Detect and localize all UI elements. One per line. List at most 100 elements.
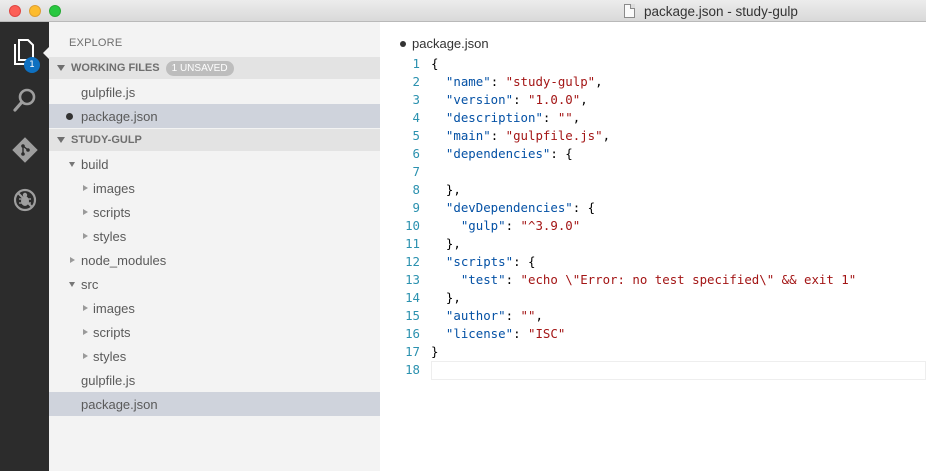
activity-explorer[interactable]: 1 [0, 28, 49, 76]
explorer-badge: 1 [24, 57, 40, 73]
line-content: "main": "gulpfile.js", [431, 127, 610, 145]
line-number: 1 [412, 56, 420, 71]
code-line[interactable]: 18 [380, 361, 926, 379]
json-punctuation: } [431, 344, 439, 359]
line-content: "gulp": "^3.9.0" [431, 217, 580, 235]
json-string: "echo \"Error: no test specified\" && ex… [520, 272, 857, 287]
file-icon [624, 4, 635, 18]
line-number: 16 [405, 326, 420, 341]
line-content: "name": "study-gulp", [431, 73, 603, 91]
code-line[interactable]: 14 }, [380, 289, 926, 307]
tree-folder-node-modules[interactable]: node_modules [49, 248, 380, 272]
json-key: "gulp" [460, 218, 506, 233]
json-key: "test" [460, 272, 506, 287]
code-line[interactable]: 10 "gulp": "^3.9.0" [380, 217, 926, 235]
json-punctuation [431, 74, 446, 89]
line-number: 17 [405, 344, 420, 359]
tree-folder-images[interactable]: images [49, 296, 380, 320]
tree-folder-images[interactable]: images [49, 176, 380, 200]
code-line[interactable]: 8 }, [380, 181, 926, 199]
code-line[interactable]: 6 "dependencies": { [380, 145, 926, 163]
code-area[interactable]: 1{2 "name": "study-gulp", 3 "version": "1… [380, 55, 926, 379]
code-line[interactable]: 12 "scripts": { [380, 253, 926, 271]
chevron-right-icon [83, 329, 88, 335]
json-key: "name" [445, 74, 491, 89]
chevron-down-icon [57, 65, 65, 71]
json-punctuation: : [490, 128, 506, 143]
line-content: }, [431, 235, 461, 253]
line-number: 11 [405, 236, 420, 251]
line-number: 13 [405, 272, 420, 287]
activity-search[interactable] [0, 76, 49, 124]
tree-item-label: build [81, 156, 109, 172]
line-number: 6 [412, 146, 420, 161]
code-line[interactable]: 17} [380, 343, 926, 361]
working-files-label: WORKING FILES [71, 62, 160, 74]
code-line[interactable]: 3 "version": "1.0.0", [380, 91, 926, 109]
working-file-item[interactable]: package.json [49, 104, 380, 128]
tree-item-label: styles [93, 348, 127, 364]
editor-pane[interactable]: package.json 1{2 "name": "study-gulp", 3 … [380, 22, 926, 471]
code-line[interactable]: 2 "name": "study-gulp", [380, 73, 926, 91]
git-icon [11, 137, 38, 163]
tree-folder-styles[interactable]: styles [49, 344, 380, 368]
code-line[interactable]: 13 "test": "echo \"Error: no test specif… [380, 271, 926, 289]
json-punctuation: , [535, 308, 543, 323]
line-number: 18 [405, 362, 420, 377]
line-content: "scripts": { [431, 253, 536, 271]
code-line[interactable]: 15 "author": "", [380, 307, 926, 325]
tree-folder-scripts[interactable]: scripts [49, 200, 380, 224]
tree-item-label: images [93, 300, 135, 316]
line-content: }, [431, 181, 461, 199]
tree-file-package-json[interactable]: package.json [49, 392, 380, 416]
line-number: 12 [405, 254, 420, 269]
unsaved-dot-icon [66, 113, 73, 120]
tree-item-label: package.json [81, 396, 158, 412]
line-content: "test": "echo \"Error: no test specified… [431, 271, 856, 289]
activity-debug[interactable] [0, 176, 49, 224]
json-key: "scripts" [445, 254, 514, 269]
json-punctuation [431, 308, 446, 323]
line-content: "version": "1.0.0", [431, 91, 588, 109]
chevron-down-icon [57, 137, 65, 143]
explorer-sidebar: EXPLORE WORKING FILES 1 UNSAVED gulpfile… [49, 22, 380, 471]
tree-file-gulpfile[interactable]: gulpfile.js [49, 368, 380, 392]
tree-folder-styles[interactable]: styles [49, 224, 380, 248]
close-window-button[interactable] [9, 5, 21, 17]
line-number: 10 [405, 218, 420, 233]
json-punctuation: : { [513, 254, 536, 269]
working-file-label: gulpfile.js [81, 84, 136, 100]
maximize-window-button[interactable] [49, 5, 61, 17]
minimize-window-button[interactable] [29, 5, 41, 17]
tree-item-label: gulpfile.js [81, 372, 136, 388]
tree-folder-src[interactable]: src [49, 272, 380, 296]
code-line[interactable]: 4 "description": "", [380, 109, 926, 127]
json-key: "devDependencies" [445, 200, 573, 215]
code-line[interactable]: 7 [380, 163, 926, 181]
tree-item-label: node_modules [81, 252, 167, 268]
working-file-item[interactable]: gulpfile.js [49, 80, 380, 104]
activity-git[interactable] [0, 126, 49, 174]
chevron-right-icon [83, 305, 88, 311]
json-punctuation [431, 200, 446, 215]
line-number: 7 [412, 164, 420, 179]
chevron-down-icon [69, 162, 75, 167]
code-line[interactable]: 16 "license": "ISC" [380, 325, 926, 343]
code-line[interactable]: 1{ [380, 55, 926, 73]
line-content: "description": "", [431, 109, 580, 127]
code-line[interactable]: 9 "devDependencies": { [380, 199, 926, 217]
editor-title-label: package.json [412, 36, 489, 51]
tree-folder-scripts[interactable]: scripts [49, 320, 380, 344]
json-punctuation: : [490, 74, 506, 89]
sidebar-header: EXPLORE [69, 37, 123, 49]
json-string: "gulpfile.js" [505, 128, 603, 143]
tree-folder-build[interactable]: build [49, 152, 380, 176]
code-line[interactable]: 11 }, [380, 235, 926, 253]
line-content: "devDependencies": { [431, 199, 595, 217]
tree-item-label: src [81, 276, 99, 292]
working-files-header[interactable]: WORKING FILES 1 UNSAVED [49, 57, 380, 79]
editor-title[interactable]: package.json [400, 36, 489, 51]
project-header[interactable]: STUDY-GULP [49, 129, 380, 151]
json-punctuation [431, 254, 446, 269]
code-line[interactable]: 5 "main": "gulpfile.js", [380, 127, 926, 145]
